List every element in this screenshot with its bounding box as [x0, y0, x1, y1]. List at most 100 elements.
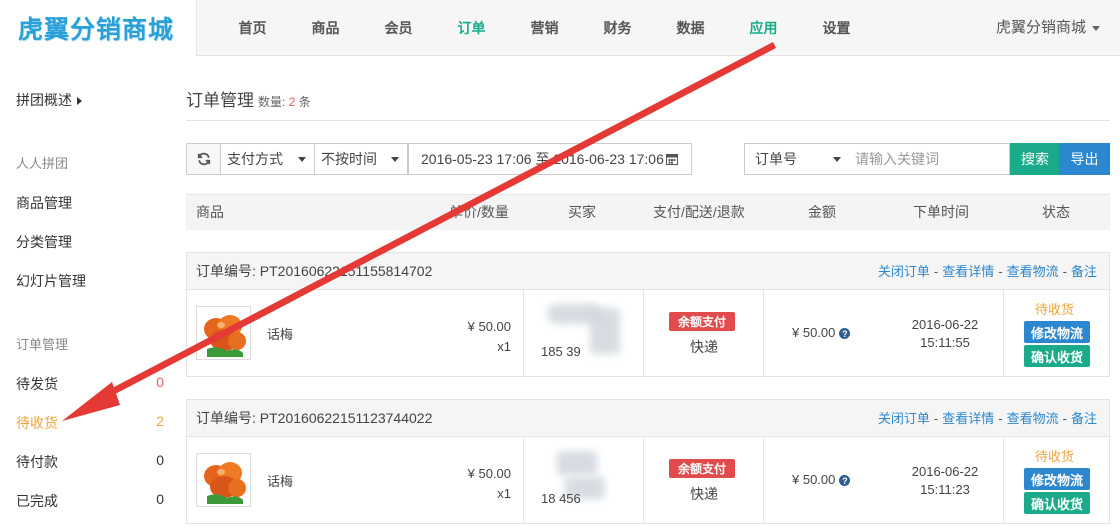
goods-thumbnail[interactable]	[196, 453, 251, 507]
sidebar-item-overview[interactable]: 拼团概述	[16, 90, 164, 110]
order-status: 待收货	[1035, 302, 1075, 317]
nav-members[interactable]: 会员	[362, 0, 435, 56]
order-card-header: 订单编号: PT20160622151123744022 关闭订单 - 查看详情 - 查…	[187, 400, 1109, 437]
caret-down-icon	[1092, 25, 1100, 31]
separator: -	[998, 264, 1003, 279]
sidebar-item-completed[interactable]: 已完成 0	[16, 491, 164, 511]
shipping-method: 快递	[690, 339, 718, 355]
view-detail-link[interactable]: 查看详情	[942, 264, 994, 279]
order-clock-time: 15:11:55	[920, 335, 970, 350]
sidebar-item-to-pay[interactable]: 待付款 0	[16, 452, 164, 472]
remark-link[interactable]: 备注	[1071, 264, 1097, 279]
caret-down-icon	[298, 156, 306, 162]
order-time: 2016-06-22 15:11:23	[905, 463, 985, 499]
separator: -	[933, 411, 939, 426]
goods-thumbnail[interactable]	[196, 306, 251, 360]
sidebar-item-label: 待发货	[16, 376, 58, 392]
sidebar: 拼团概述 人人拼团 商品管理 分类管理 幻灯片管理 订单管理 待发货 0 待收货 2…	[0, 57, 170, 530]
pay-ship-cell	[643, 437, 763, 523]
column-header-status: 状态	[1042, 204, 1070, 220]
order-row: 话梅 ¥ 50.00 x1 185 39 余额支付 快递 ¥ 50.00? 20…	[187, 290, 1109, 376]
time-filter-select[interactable]: 不按时间	[314, 143, 408, 175]
sidebar-item-label: 拼团概述	[16, 92, 72, 108]
nav-marketing[interactable]: 营销	[508, 0, 581, 56]
sidebar-item-label: 待收货	[16, 415, 58, 431]
caret-right-icon	[77, 97, 82, 106]
search-button[interactable]: 搜索	[1010, 143, 1060, 175]
order-date: 2016-06-22	[911, 464, 979, 479]
nav-goods[interactable]: 商品	[289, 0, 362, 56]
sidebar-item-label: 待付款	[16, 454, 58, 470]
nav-settings[interactable]: 设置	[800, 0, 873, 56]
unit-price-qty: ¥ 50.00 x1	[417, 317, 511, 357]
shop-menu[interactable]: 虎翼分销商城	[996, 0, 1100, 56]
payment-badge: 余额支付	[669, 312, 736, 331]
modify-logistics-button[interactable]: 修改物流	[1024, 468, 1090, 490]
separator: -	[1062, 264, 1067, 279]
page-title: 订单管理 数量: 2 条	[186, 86, 311, 111]
keyword-type-select[interactable]: 订单号	[744, 143, 850, 175]
order-status: 待收货	[1035, 449, 1075, 464]
confirm-receipt-button[interactable]: 确认收货	[1024, 492, 1090, 514]
order-card: 订单编号: PT20160622151155814702 关闭订单 - 查看详情 - 查…	[186, 252, 1110, 377]
page-title-text: 订单管理	[186, 91, 254, 110]
close-order-link[interactable]: 关闭订单	[878, 411, 930, 426]
buyer-phone: 18 456	[541, 491, 581, 506]
sidebar-group-title: 订单管理	[16, 337, 69, 352]
separator: -	[1062, 411, 1067, 426]
top-navbar: 虎翼分销商城 首页 商品 会员 订单 营销 财务 数据 应用 设置 虎翼分销商城	[0, 0, 1120, 56]
nav-apps[interactable]: 应用	[727, 0, 800, 56]
sidebar-item-count: 0	[156, 452, 164, 468]
question-icon[interactable]: ?	[839, 475, 851, 487]
sidebar-item-slides-manage[interactable]: 幻灯片管理	[16, 271, 164, 291]
plum-product-image	[197, 307, 250, 359]
goods-name: 话梅	[267, 327, 294, 342]
brand-logo[interactable]: 虎翼分销商城	[0, 0, 197, 56]
separator: -	[998, 411, 1003, 426]
plum-product-image	[197, 454, 250, 506]
calendar-icon	[665, 154, 678, 165]
nav-orders[interactable]: 订单	[435, 0, 508, 56]
nav-finance[interactable]: 财务	[581, 0, 654, 56]
shipping-method: 快递	[690, 486, 718, 502]
close-order-link[interactable]: 关闭订单	[878, 264, 930, 279]
order-table-header: 商品 单价/数量 买家 支付/配送/退款 金额 下单时间 状态	[186, 194, 1110, 230]
order-actions: 关闭订单 - 查看详情 - 查看物流 - 备注	[878, 253, 1097, 290]
view-logistics-link[interactable]: 查看物流	[1007, 411, 1059, 426]
separator: -	[933, 264, 939, 279]
nav-data[interactable]: 数据	[654, 0, 727, 56]
keyword-search-input[interactable]	[849, 143, 1010, 175]
remark-link[interactable]: 备注	[1071, 411, 1097, 426]
order-time: 2016-06-22 15:11:55	[905, 316, 985, 352]
view-detail-link[interactable]: 查看详情	[942, 411, 994, 426]
pay-ship-cell	[643, 290, 763, 376]
question-icon[interactable]: ?	[839, 328, 851, 340]
main-nav: 首页 商品 会员 订单 营销 财务 数据 应用 设置	[216, 0, 873, 56]
brand-logo-text: 虎翼分销商城	[18, 15, 175, 44]
sidebar-item-goods-manage[interactable]: 商品管理	[16, 193, 164, 213]
quantity: x1	[497, 339, 511, 354]
sidebar-item-label: 分类管理	[16, 234, 72, 250]
payment-method-select[interactable]: 支付方式	[220, 143, 315, 175]
export-button[interactable]: 导出	[1059, 143, 1110, 175]
refresh-button[interactable]	[186, 143, 221, 175]
sidebar-item-label: 已完成	[16, 493, 58, 509]
confirm-receipt-button[interactable]: 确认收货	[1024, 345, 1090, 367]
order-number: 订单编号: PT20160622151123744022	[196, 410, 433, 426]
goods-name: 话梅	[267, 474, 294, 489]
column-header-goods: 商品	[196, 204, 224, 220]
sidebar-item-to-ship[interactable]: 待发货 0	[16, 374, 164, 394]
sidebar-group-title: 人人拼团	[16, 156, 69, 171]
sidebar-item-category-manage[interactable]: 分类管理	[16, 232, 164, 252]
modify-logistics-button[interactable]: 修改物流	[1024, 321, 1090, 343]
sidebar-item-label: 商品管理	[16, 195, 72, 211]
unit-price: ¥ 50.00	[467, 319, 511, 334]
sidebar-item-to-receive[interactable]: 待收货 2	[16, 413, 164, 433]
nav-home[interactable]: 首页	[216, 0, 289, 56]
order-amount: ¥ 50.00?	[792, 325, 851, 340]
view-logistics-link[interactable]: 查看物流	[1007, 264, 1059, 279]
refresh-icon	[197, 152, 210, 166]
date-range-picker[interactable]: 2016-05-23 17:06 至 2016-06-23 17:06	[408, 143, 692, 175]
buyer-phone: 185 39	[541, 344, 581, 359]
order-number: 订单编号: PT20160622151155814702	[196, 263, 433, 279]
